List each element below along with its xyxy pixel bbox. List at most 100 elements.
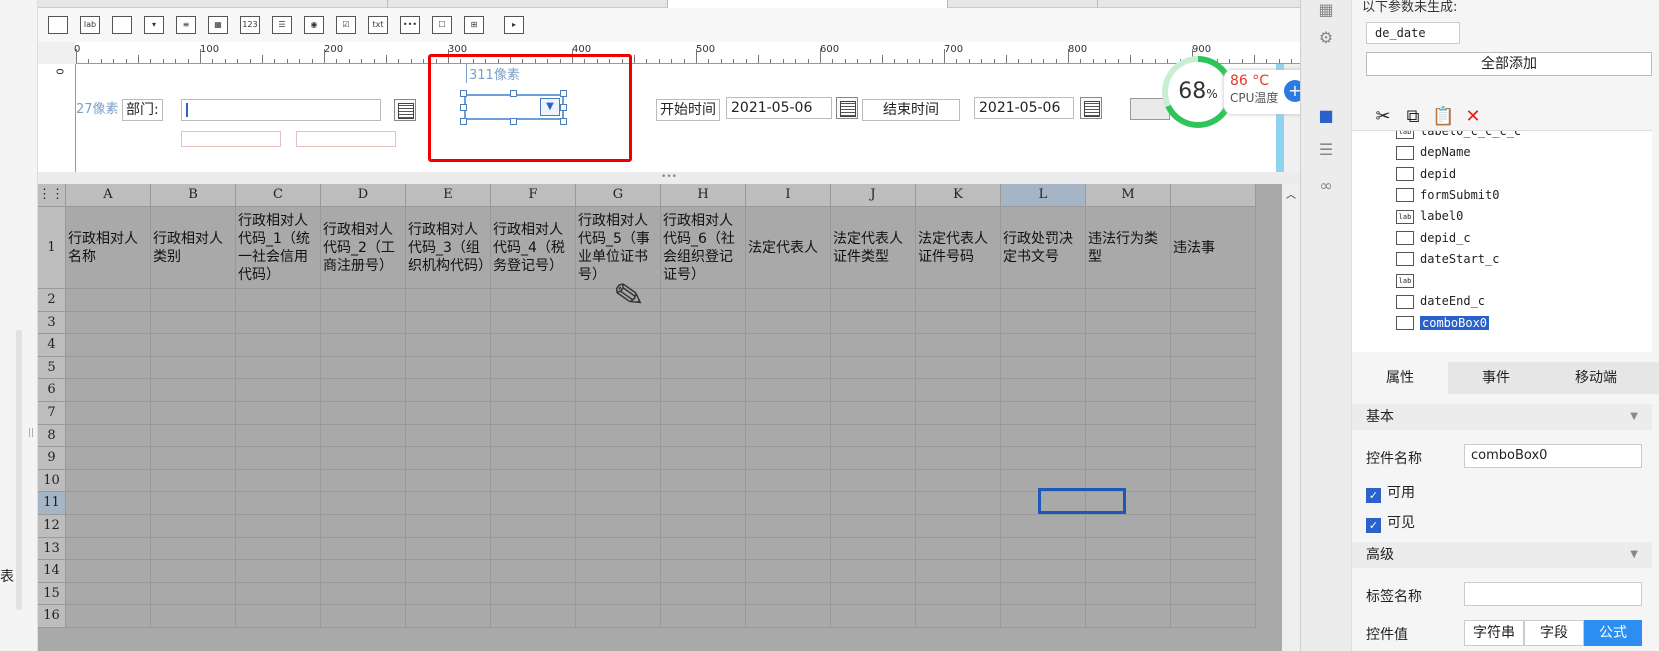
grid-cell[interactable]	[746, 447, 831, 470]
grid-cell[interactable]	[151, 447, 236, 470]
column-header[interactable]: E	[406, 184, 491, 207]
dropdown-widget-icon[interactable]: ▾	[144, 16, 164, 34]
placeholder-field-2[interactable]	[296, 131, 396, 147]
grid-cell[interactable]	[321, 356, 406, 380]
header-cell[interactable]: 法定代表人证件类型	[831, 207, 916, 289]
tree-item[interactable]: depid	[1396, 164, 1456, 184]
grid-cell[interactable]	[916, 311, 1001, 335]
grid-cell[interactable]	[321, 289, 406, 312]
grid-cell[interactable]	[661, 515, 746, 538]
calendar-icon[interactable]	[1080, 97, 1102, 119]
layout-icon[interactable]: ▦	[1315, 0, 1337, 20]
grid-cell[interactable]	[661, 424, 746, 448]
date-widget-icon[interactable]: ▦	[208, 16, 228, 34]
grid-cell[interactable]	[576, 447, 661, 470]
column-header[interactable]: B	[151, 184, 236, 207]
grid-cell[interactable]	[831, 289, 916, 312]
grid-cell[interactable]	[66, 402, 151, 425]
grid-cell[interactable]	[151, 289, 236, 312]
grid-cell[interactable]	[746, 560, 831, 583]
grid-cell[interactable]	[916, 515, 1001, 538]
grid-cell[interactable]	[151, 402, 236, 425]
grid-cell[interactable]	[1171, 582, 1256, 606]
grid-cell[interactable]	[576, 537, 661, 561]
settings-icon[interactable]: ⚙	[1315, 28, 1337, 48]
grid-cell[interactable]	[491, 289, 576, 312]
delete-icon[interactable]: ✕	[1462, 106, 1484, 127]
grid-cell[interactable]	[66, 537, 151, 561]
link-icon[interactable]: ∞	[1315, 176, 1337, 196]
tab-events[interactable]: 事件	[1448, 362, 1544, 394]
grid-cell[interactable]	[661, 447, 746, 470]
grid-cell[interactable]	[1001, 424, 1086, 448]
row-header[interactable]: 5	[38, 356, 66, 380]
grid-cell[interactable]	[916, 582, 1001, 606]
grid-cell[interactable]	[236, 402, 321, 425]
grid-cell[interactable]	[406, 515, 491, 538]
tree-picker-icon[interactable]	[394, 99, 416, 121]
tree-item[interactable]: lab	[1396, 270, 1420, 290]
tab-3-active[interactable]	[668, 0, 948, 8]
grid-cell[interactable]	[236, 537, 321, 561]
grid-cell[interactable]	[406, 289, 491, 312]
resize-grip[interactable]: ||	[28, 428, 34, 438]
dept-input[interactable]	[181, 99, 381, 121]
grid-cell[interactable]	[151, 492, 236, 515]
grid-cell[interactable]	[406, 311, 491, 335]
tree-item[interactable]: lab label0	[1396, 206, 1463, 226]
widget-tree-icon[interactable]: ■	[1315, 106, 1337, 126]
grid-cell[interactable]	[491, 605, 576, 628]
header-cell[interactable]: 违法行为类型	[1086, 207, 1171, 289]
grid-cell[interactable]	[1001, 334, 1086, 357]
list-widget-icon[interactable]: ☰	[272, 16, 292, 34]
grid-cell[interactable]	[406, 402, 491, 425]
grid-cell[interactable]	[1001, 447, 1086, 470]
grid-cell[interactable]	[746, 379, 831, 402]
header-cell[interactable]: 法定代表人	[746, 207, 831, 289]
text-widget-icon[interactable]: txt	[368, 16, 388, 34]
header-cell[interactable]: 行政相对人代码_4（税务登记号）	[491, 207, 576, 289]
grid-cell[interactable]	[66, 289, 151, 312]
checkbox-widget-icon[interactable]: ☐	[432, 16, 452, 34]
grid-cell[interactable]	[1171, 537, 1256, 561]
grid-cell[interactable]	[321, 311, 406, 335]
tree-item[interactable]: lab label0_c_c_c_c	[1396, 131, 1521, 141]
grid-cell[interactable]	[236, 447, 321, 470]
header-cell[interactable]: 法定代表人证件号码	[916, 207, 1001, 289]
grid-cell[interactable]	[1086, 334, 1171, 357]
grid-cell[interactable]	[831, 515, 916, 538]
start-time-label[interactable]: 开始时间	[656, 99, 720, 121]
grid-cell[interactable]	[66, 311, 151, 335]
header-cell[interactable]: 行政相对人代码_2（工商注册号）	[321, 207, 406, 289]
grid-cell[interactable]	[1001, 379, 1086, 402]
tree-item[interactable]: dateStart_c	[1396, 249, 1499, 269]
grid-cell[interactable]	[831, 402, 916, 425]
column-header[interactable]: H	[661, 184, 746, 207]
grid-cell[interactable]	[1001, 582, 1086, 606]
grid-cell[interactable]	[916, 424, 1001, 448]
grid-cell[interactable]	[1001, 402, 1086, 425]
cut-icon[interactable]: ✂	[1372, 106, 1394, 127]
column-header[interactable]: G	[576, 184, 661, 207]
scrollbar-track[interactable]	[16, 330, 22, 610]
grid-cell[interactable]	[576, 582, 661, 606]
grid-cell[interactable]	[1086, 560, 1171, 583]
spreadsheet-grid[interactable]: ⋮⋮⋮ ABCDEFGHIJKLM 1 2 3 4 5 6 7 8 9 10 11 12 13 14 15 1…	[38, 184, 1300, 651]
header-cell[interactable]: 行政相对人名称	[66, 207, 151, 289]
grid-cell[interactable]	[746, 356, 831, 380]
section-basic[interactable]: 基本 ▼	[1352, 404, 1652, 430]
grid-cell[interactable]	[831, 334, 916, 357]
grid-cell[interactable]	[916, 492, 1001, 515]
grid-cell[interactable]	[576, 402, 661, 425]
grid-cell[interactable]	[491, 515, 576, 538]
grid-cell[interactable]	[1001, 311, 1086, 335]
param-chip[interactable]: de_date	[1366, 22, 1460, 44]
grid-cell[interactable]	[746, 402, 831, 425]
grid-cell[interactable]	[491, 560, 576, 583]
grid-cell[interactable]	[661, 379, 746, 402]
grid-cell[interactable]	[66, 379, 151, 402]
grid-cell[interactable]	[831, 605, 916, 628]
grid-cell[interactable]	[1001, 605, 1086, 628]
grid-cell[interactable]	[491, 311, 576, 335]
grid-cell[interactable]	[236, 379, 321, 402]
